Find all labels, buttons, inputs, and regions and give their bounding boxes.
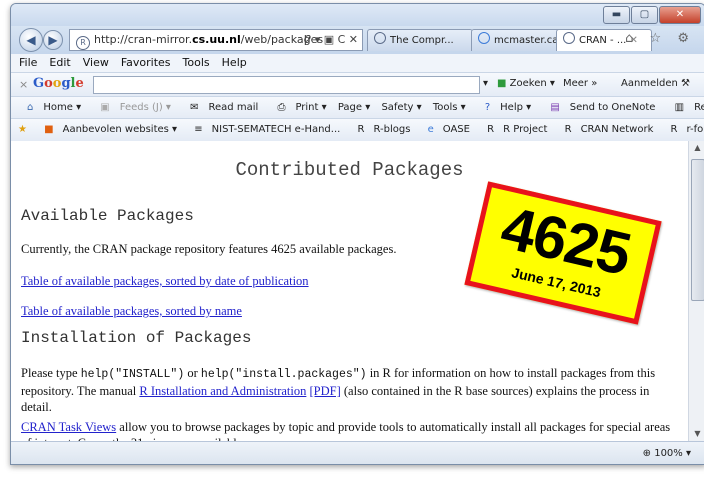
google-search-input[interactable] [93,76,480,94]
scroll-thumb[interactable] [691,159,704,301]
favorites-bar: ★ ■ Aanbevolen websites ▾ ≡ NIST-SEMATECH … [11,118,704,142]
google-toolbar: × Google ▾ ■ Zoeken ▾ Meer » Aanmelden ⚒ [11,72,704,97]
r-icon: R [357,124,365,135]
title-bar: ▬ ▢ ✕ [11,4,704,26]
mail-icon: ✉ [190,102,199,113]
google-search-dropdown-icon[interactable]: ▾ [483,78,488,89]
tab-the-compr[interactable]: The Compr... [367,29,473,51]
r-icon: R [487,124,495,135]
safety-menu[interactable]: Safety ▾ [381,102,421,113]
aanmelden-button[interactable]: Aanmelden ⚒ [621,78,690,89]
printer-icon: ⎙ [277,102,286,113]
back-button[interactable]: ◀ [19,28,43,52]
nist-icon: ≡ [194,124,203,135]
maximize-button[interactable]: ▢ [631,6,658,24]
minimize-button[interactable]: ▬ [603,6,630,24]
url-prefix: http://cran-mirror. [94,33,193,46]
scroll-up-icon[interactable]: ▲ [689,141,704,155]
r-tab-icon [374,32,386,44]
home-button[interactable]: ⌂ Home ▾ [19,102,81,113]
menu-help[interactable]: Help [222,56,247,69]
fav-nist[interactable]: ≡ NIST-SEMATECH e-Hand... [187,124,340,135]
scroll-down-icon[interactable]: ▼ [689,427,704,441]
research-icon: ▥ [674,102,685,113]
fav-aanbevolen[interactable]: ■ Aanbevolen websites ▾ [37,124,177,135]
menu-view[interactable]: View [83,56,109,69]
link-pdf[interactable]: [PDF] [310,384,341,398]
code-help-install-packages: help("install.packages") [200,368,367,381]
zoom-icon: ⊕ [642,448,652,459]
wrench-icon: ⚒ [681,78,690,89]
status-bar: ⊕ 100% ▾ [11,441,704,464]
help-icon: ? [484,102,491,113]
fav-cran-network[interactable]: R CRAN Network [558,124,654,135]
page-menu[interactable]: Page ▾ [338,102,370,113]
menu-file[interactable]: File [19,56,37,69]
window-controls: ▬ ▢ ✕ [602,6,701,24]
tab-label: mcmaster.ca [494,35,559,46]
zoeken-button[interactable]: ■ Zoeken ▾ [497,78,555,89]
url-domain: cs.uu.nl [192,33,241,46]
code-help-install: help("INSTALL") [80,368,185,381]
vertical-scrollbar[interactable]: ▲ ▼ [688,141,704,441]
tab-label: The Compr... [390,35,454,46]
research-button[interactable]: ▥Research [667,102,704,113]
back-arrow-icon: ◀ [26,33,36,47]
fav-r-forge[interactable]: Rr-forge [664,124,704,135]
close-button[interactable]: ✕ [659,6,701,24]
address-controls[interactable]: Ƿ ▾ ▣ C ✕ [304,30,358,50]
globe-tab-icon [478,32,490,44]
menu-favorites[interactable]: Favorites [121,56,171,69]
tools-menu[interactable]: Tools ▾ [433,102,466,113]
feed-icon: ▣ [100,102,110,113]
print-button[interactable]: ⎙ Print ▾ [269,102,326,113]
address-bar[interactable]: Rhttp://cran-mirror.cs.uu.nl/web/package… [69,29,363,51]
available-packages-heading: Available Packages [21,207,194,225]
installation-paragraph: Please type help("INSTALL") or help("ins… [21,366,656,414]
send-to-onenote-button[interactable]: ▤ Send to OneNote [542,102,655,113]
link-sorted-by-date[interactable]: Table of available packages, sorted by d… [21,274,309,288]
browser-right-icons[interactable]: ⌂ ☆ ⚙ [625,31,695,46]
forward-button[interactable]: ▶ [43,30,63,50]
command-bar: ⌂ Home ▾ ▣ Feeds (J) ▾ ✉ Read mail ⎙ Print ▾… [11,96,704,119]
google-toolbar-close-icon[interactable]: × [19,78,28,91]
favorites-star-icon[interactable]: ★ [18,124,27,135]
link-cran-task-views[interactable]: CRAN Task Views [21,420,116,434]
r-icon: R [670,124,678,135]
onenote-icon: ▤ [550,102,560,113]
link-sorted-by-name[interactable]: Table of available packages, sorted by n… [21,304,242,318]
meer-button[interactable]: Meer » [563,78,597,89]
link-r-installation-admin[interactable]: R Installation and Administration [139,384,306,398]
site-favicon-icon: R [76,36,90,50]
google-logo: Google [33,76,84,91]
fav-oase[interactable]: e OASE [421,124,470,135]
task-views-paragraph: CRAN Task Views allow you to browse pack… [21,420,671,441]
r-tab-icon [563,32,575,44]
forward-arrow-icon: ▶ [48,33,58,47]
r-icon: R [564,124,572,135]
installation-heading: Installation of Packages [21,329,252,347]
tab-mcmaster[interactable]: mcmaster.ca [471,29,563,51]
home-icon: ⌂ [27,102,34,113]
menu-tools[interactable]: Tools [183,56,210,69]
navigation-row: ◀ ▶ Rhttp://cran-mirror.cs.uu.nl/web/pac… [11,26,704,54]
ie-page-icon: e [427,124,434,135]
suggested-sites-icon: ■ [44,124,54,135]
help-menu[interactable]: ? Help ▾ [477,102,531,113]
fav-r-blogs[interactable]: R R-blogs [351,124,411,135]
tab-label: CRAN - ... [579,35,627,46]
menu-bar: File Edit View Favorites Tools Help [11,54,704,72]
feeds-button[interactable]: ▣ Feeds (J) ▾ [92,102,171,113]
page-title: Contributed Packages [235,159,464,181]
menu-edit[interactable]: Edit [49,56,70,69]
zoom-control[interactable]: ⊕ 100% ▾ [642,442,691,464]
read-mail-button[interactable]: ✉ Read mail [182,102,258,113]
google-search-icon: ■ [497,78,507,89]
fav-r-project[interactable]: RR Project [480,124,547,135]
